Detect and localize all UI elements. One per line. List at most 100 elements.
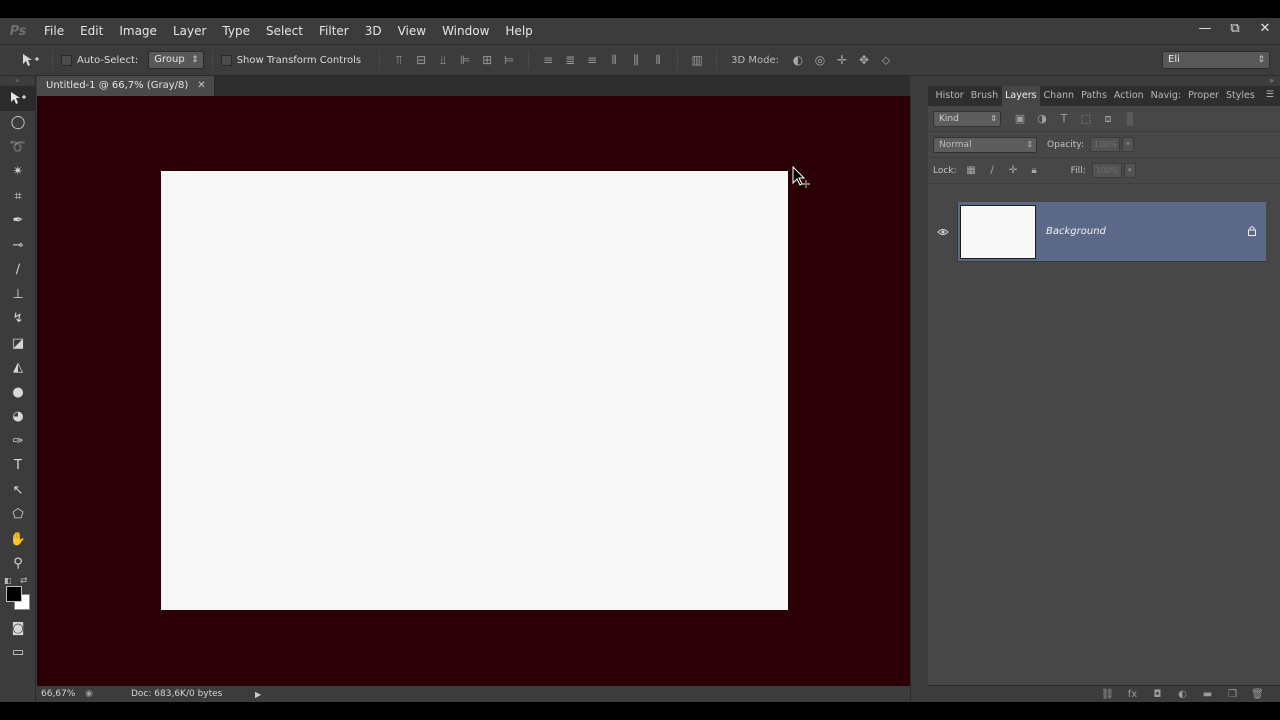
menu-view[interactable]: View	[390, 18, 434, 44]
tab-navigator[interactable]: Navig:	[1147, 86, 1184, 106]
status-info-icon[interactable]: ◉	[81, 689, 97, 699]
3d-roll-icon[interactable]: ◎	[809, 51, 831, 69]
workspace-dropdown[interactable]: Eli	[1162, 51, 1270, 69]
paint-bucket-tool-icon[interactable]: ◭	[0, 356, 36, 381]
move-tool-preset-icon[interactable]	[18, 50, 44, 70]
brush-tool-icon[interactable]: ∕	[0, 258, 36, 283]
screen-mode-icon[interactable]: ▭	[0, 641, 36, 666]
align-right-icon[interactable]: ⊨	[498, 51, 520, 69]
magic-wand-tool-icon[interactable]: ✴	[0, 160, 36, 185]
filter-shape-icon[interactable]: ⬚	[1075, 112, 1097, 125]
tab-styles[interactable]: Styles	[1222, 86, 1258, 106]
auto-select-checkbox[interactable]	[61, 54, 72, 66]
dodge-tool-icon[interactable]: ◕	[0, 405, 36, 430]
align-vcenter-icon[interactable]: ⊟	[410, 51, 432, 69]
pen-tool-icon[interactable]: ✑	[0, 429, 36, 454]
fill-input[interactable]: 100%	[1091, 163, 1122, 178]
filter-smart-object-icon[interactable]: ⧈	[1097, 112, 1119, 126]
align-top-icon[interactable]: ⫪	[388, 51, 410, 69]
3d-rotate-icon[interactable]: ◐	[787, 51, 809, 69]
document-canvas[interactable]	[161, 171, 788, 610]
distribute-vcenter-icon[interactable]: ≣	[559, 51, 581, 69]
delete-layer-icon[interactable]: 🗑︎	[1245, 689, 1270, 700]
marquee-tool-icon[interactable]: ◯	[0, 111, 36, 136]
menu-type[interactable]: Type	[214, 18, 258, 44]
close-tab-icon[interactable]: ✕	[197, 76, 205, 96]
blend-mode-dropdown[interactable]: Normal	[933, 136, 1037, 153]
restore-button[interactable]: ⧉	[1220, 18, 1250, 38]
zoom-tool-icon[interactable]: ⚲	[0, 552, 36, 577]
menu-window[interactable]: Window	[434, 18, 497, 44]
swap-colors-icon[interactable]: ⇄	[20, 576, 28, 586]
tools-grip[interactable]: »	[0, 76, 35, 86]
layer-style-icon[interactable]: fx	[1120, 689, 1145, 700]
menu-3d[interactable]: 3D	[357, 18, 390, 44]
auto-align-icon[interactable]: ▥	[686, 51, 708, 69]
new-group-icon[interactable]: ▬	[1195, 689, 1220, 700]
tab-paths[interactable]: Paths	[1078, 86, 1111, 106]
distribute-right-icon[interactable]: ⦀	[647, 51, 669, 69]
clone-stamp-tool-icon[interactable]: ⊥	[0, 282, 36, 307]
distribute-hcenter-icon[interactable]: ⫼	[625, 51, 647, 69]
layers-scrollbar[interactable]	[1266, 202, 1280, 685]
history-brush-tool-icon[interactable]: ↯	[0, 307, 36, 332]
healing-brush-tool-icon[interactable]: ⊸	[0, 233, 36, 258]
menu-select[interactable]: Select	[258, 18, 311, 44]
add-mask-icon[interactable]: ◘	[1145, 689, 1170, 700]
filter-pixel-icon[interactable]: ▣	[1009, 112, 1031, 125]
foreground-color[interactable]	[6, 586, 22, 602]
menu-file[interactable]: File	[36, 18, 72, 44]
eyedropper-tool-icon[interactable]: ✒	[0, 209, 36, 234]
auto-select-dropdown[interactable]: Group	[148, 51, 204, 69]
lock-pixels-icon[interactable]: ∕	[982, 165, 1003, 176]
lasso-tool-icon[interactable]: ➰	[0, 135, 36, 160]
fill-dropdown-arrow-icon[interactable]: ▾	[1123, 163, 1136, 178]
kind-filter-dropdown[interactable]: Kind	[933, 110, 1001, 127]
tab-layers[interactable]: Layers	[1001, 86, 1041, 106]
tab-brush[interactable]: Brush	[967, 86, 1001, 106]
new-adjustment-icon[interactable]: ◐	[1170, 689, 1195, 700]
hand-tool-icon[interactable]: ✋	[0, 527, 36, 552]
path-selection-tool-icon[interactable]: ↖	[0, 478, 36, 503]
menu-help[interactable]: Help	[497, 18, 540, 44]
canvas-area[interactable]	[37, 96, 910, 686]
distribute-top-icon[interactable]: ≡	[537, 51, 559, 69]
layer-row[interactable]: Background	[928, 201, 1266, 262]
3d-slide-icon[interactable]: ✥	[853, 51, 875, 69]
status-menu-arrow-icon[interactable]: ▶	[255, 690, 261, 699]
default-colors-icon[interactable]: ◧	[4, 576, 12, 585]
quick-mask-icon[interactable]: ◙	[0, 616, 36, 641]
layer-name[interactable]: Background	[1046, 226, 1238, 237]
align-left-icon[interactable]: ⊫	[454, 51, 476, 69]
tab-properties[interactable]: Proper	[1185, 86, 1223, 106]
distribute-left-icon[interactable]: ⦀	[603, 51, 625, 69]
layer-thumbnail[interactable]	[960, 204, 1036, 259]
menu-layer[interactable]: Layer	[165, 18, 214, 44]
align-hcenter-icon[interactable]: ⊞	[476, 51, 498, 69]
canvas-vertical-scrollbar[interactable]	[910, 96, 928, 702]
menu-edit[interactable]: Edit	[72, 18, 111, 44]
minimize-button[interactable]: —	[1190, 18, 1220, 38]
shape-tool-icon[interactable]: ⬠	[0, 503, 36, 528]
lock-all-icon[interactable]: 🔒︎	[1024, 165, 1045, 176]
distribute-bottom-icon[interactable]: ≡	[581, 51, 603, 69]
menu-filter[interactable]: Filter	[311, 18, 357, 44]
opacity-dropdown-arrow-icon[interactable]: ▾	[1122, 137, 1134, 152]
close-button[interactable]: ✕	[1250, 18, 1280, 38]
lock-transparent-icon[interactable]: ▦	[961, 165, 982, 176]
zoom-level[interactable]: 66,67%	[37, 689, 81, 699]
filter-type-icon[interactable]: T	[1053, 112, 1075, 125]
filter-adjustment-icon[interactable]: ◑	[1031, 112, 1053, 125]
tab-actions[interactable]: Action	[1110, 86, 1147, 106]
eraser-tool-icon[interactable]: ◪	[0, 331, 36, 356]
filter-toggle[interactable]	[1127, 111, 1133, 126]
align-bottom-icon[interactable]: ⫫	[432, 51, 454, 69]
opacity-input[interactable]: 100%	[1090, 137, 1120, 152]
panel-menu-icon[interactable]: ☰	[1266, 90, 1274, 100]
blur-tool-icon[interactable]: ●	[0, 380, 36, 405]
3d-pan-icon[interactable]: ✛	[831, 51, 853, 69]
link-layers-icon[interactable]: ⛓	[1095, 689, 1120, 700]
eye-icon[interactable]	[928, 201, 958, 262]
new-layer-icon[interactable]: ❐	[1220, 689, 1245, 700]
tab-channels[interactable]: Chann	[1040, 86, 1078, 106]
